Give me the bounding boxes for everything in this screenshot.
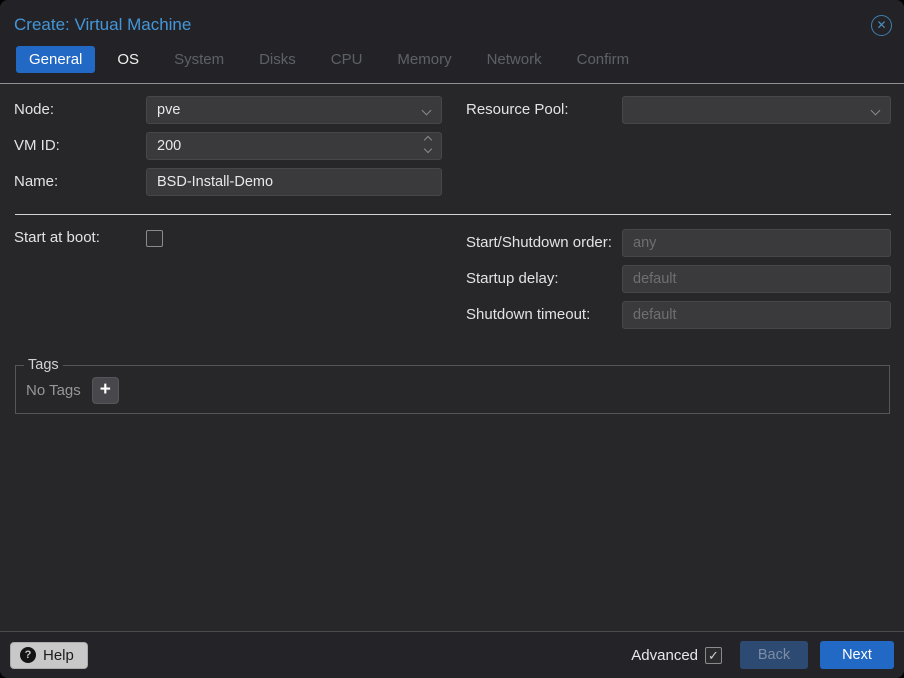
resource-pool-row: Resource Pool: — [466, 96, 891, 124]
shutdown-timeout-row: Shutdown timeout: — [466, 301, 891, 329]
tags-legend: Tags — [24, 357, 63, 373]
back-button[interactable]: Back — [740, 641, 808, 669]
dialog-title: Create: Virtual Machine — [14, 15, 191, 35]
section-divider — [15, 214, 891, 215]
startup-delay-label: Startup delay: — [466, 270, 622, 289]
node-combobox[interactable] — [146, 96, 442, 124]
resource-pool-label: Resource Pool: — [466, 101, 622, 120]
startup-delay-row: Startup delay: — [466, 265, 891, 293]
close-x-glyph: ✕ — [876, 16, 886, 35]
shutdown-timeout-label: Shutdown timeout: — [466, 306, 622, 325]
plus-icon: + — [100, 380, 111, 399]
question-mark-icon: ? — [20, 647, 36, 663]
start-at-boot-label: Start at boot: — [14, 229, 146, 248]
help-button-label: Help — [43, 647, 74, 664]
next-button[interactable]: Next — [820, 641, 894, 669]
name-label: Name: — [14, 173, 146, 192]
startup-order-row: Start/Shutdown order: — [466, 229, 891, 257]
shutdown-timeout-field[interactable] — [622, 301, 891, 329]
form-section-startup: Start at boot: Start/Shutdown order: Sta… — [14, 229, 891, 337]
node-row: Node: — [14, 96, 442, 124]
vmid-label: VM ID: — [14, 137, 146, 156]
vmid-row: VM ID: — [14, 132, 442, 160]
add-tag-button[interactable]: + — [92, 377, 119, 404]
titlebar: Create: Virtual Machine ✕ — [0, 0, 904, 44]
tab-network: Network — [474, 46, 555, 73]
startup-delay-field[interactable] — [622, 265, 891, 293]
tab-memory: Memory — [384, 46, 464, 73]
start-at-boot-row: Start at boot: — [14, 229, 442, 248]
help-button[interactable]: ? Help — [10, 642, 88, 669]
name-row: Name: — [14, 168, 442, 196]
start-at-boot-checkbox[interactable] — [146, 230, 163, 247]
tab-confirm: Confirm — [564, 46, 643, 73]
tab-system: System — [161, 46, 237, 73]
advanced-label: Advanced — [631, 647, 698, 664]
wizard-tabbar: General OS System Disks CPU Memory Netwo… — [0, 44, 904, 83]
resource-pool-combobox[interactable] — [622, 96, 891, 124]
node-label: Node: — [14, 101, 146, 120]
form-section-identity: Node: VM ID: Name: — [14, 96, 891, 204]
startup-order-field[interactable] — [622, 229, 891, 257]
check-icon: ✓ — [708, 649, 719, 662]
tab-general[interactable]: General — [16, 46, 95, 73]
tab-cpu: CPU — [318, 46, 376, 73]
no-tags-text: No Tags — [26, 382, 81, 399]
tab-os[interactable]: OS — [104, 46, 152, 73]
name-field[interactable] — [146, 168, 442, 196]
startup-order-label: Start/Shutdown order: — [466, 234, 622, 253]
advanced-checkbox[interactable]: ✓ — [705, 647, 722, 664]
tags-fieldset: Tags No Tags + — [15, 357, 890, 414]
dialog-header: Create: Virtual Machine ✕ General OS Sys… — [0, 0, 904, 83]
create-vm-dialog: Create: Virtual Machine ✕ General OS Sys… — [0, 0, 904, 678]
dialog-footer: ? Help Advanced ✓ Back Next — [0, 631, 904, 678]
form-panel: Node: VM ID: Name: — [0, 83, 904, 631]
vmid-spinner-field[interactable] — [146, 132, 442, 160]
close-icon[interactable]: ✕ — [871, 15, 892, 36]
tab-disks: Disks — [246, 46, 309, 73]
